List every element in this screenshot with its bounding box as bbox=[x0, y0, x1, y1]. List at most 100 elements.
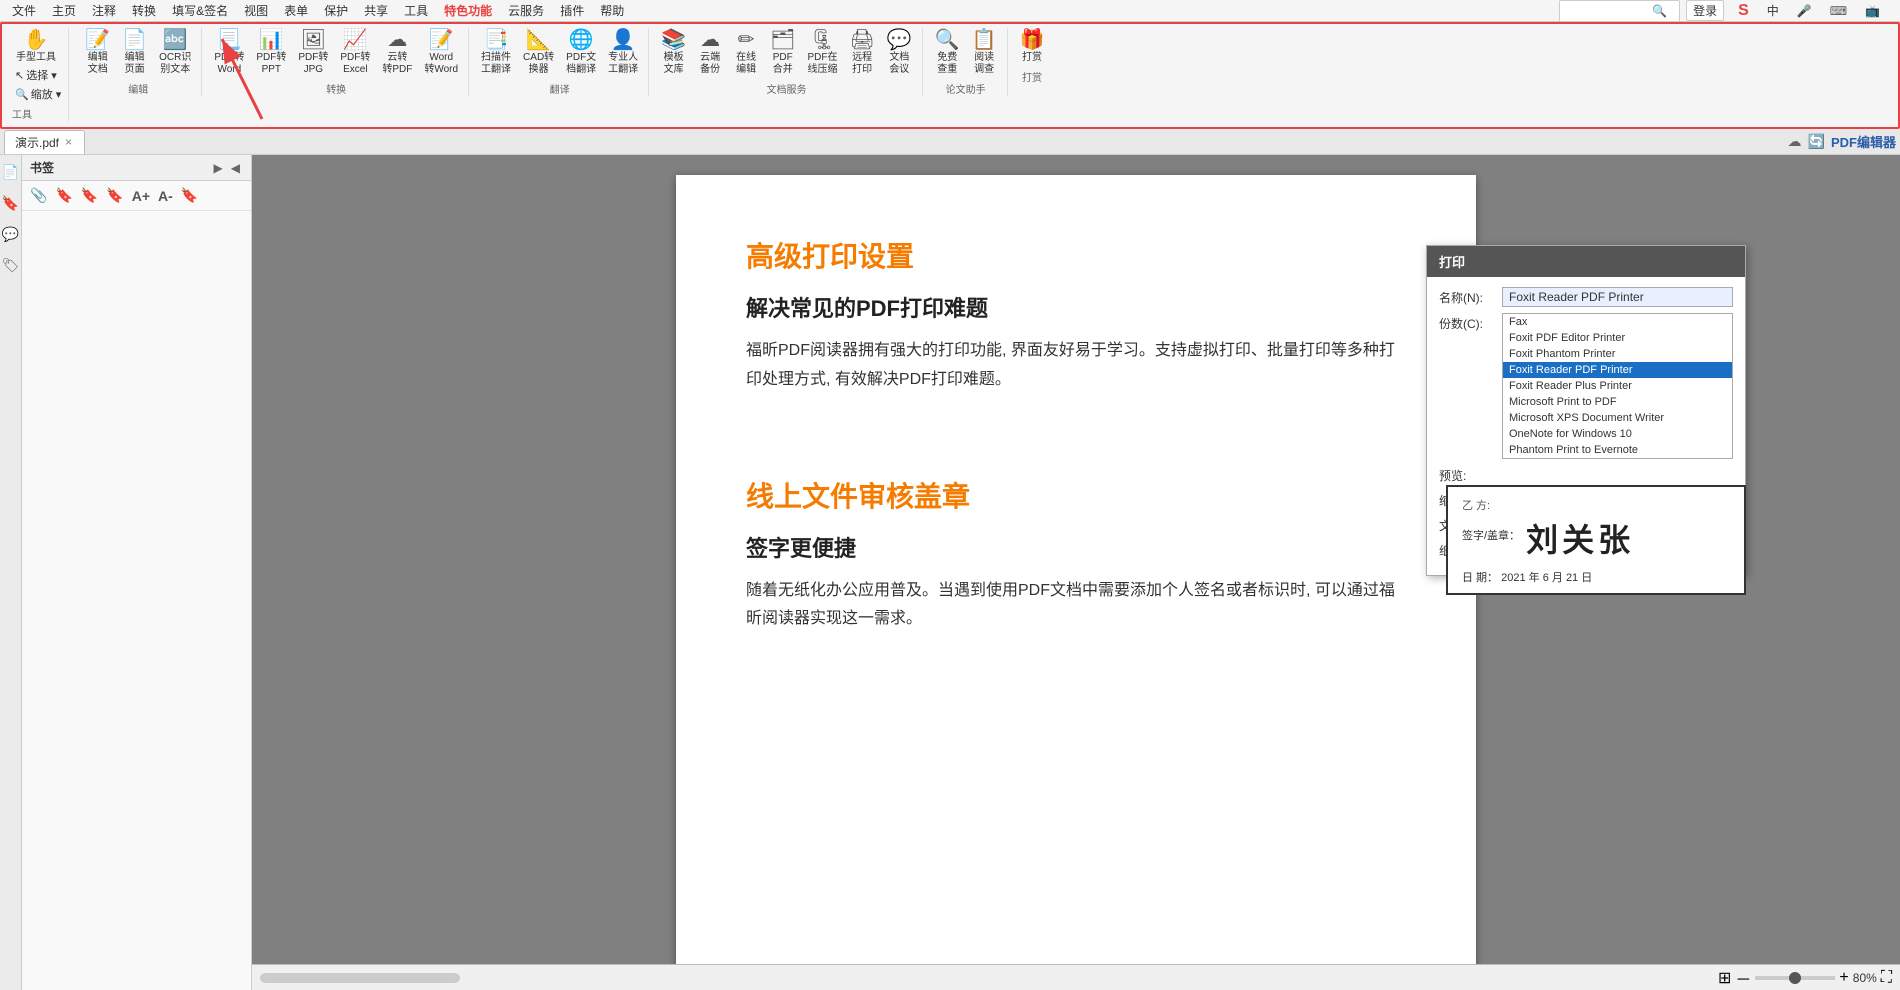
ribbon-group-convert: 📃 PDF转Word 📊 PDF转PPT 🖼 PDF转JPG 📈 PDF转Exc… bbox=[204, 28, 469, 96]
template-library-button[interactable]: 📚 模板文库 bbox=[657, 28, 690, 78]
font-increase-icon[interactable]: A+ bbox=[130, 186, 152, 206]
font-decrease-icon[interactable]: A- bbox=[156, 186, 175, 206]
pro-translate-button[interactable]: 👤 专业人工翻译 bbox=[604, 28, 642, 78]
search-input[interactable] bbox=[1564, 5, 1644, 17]
pdf-to-word-button[interactable]: 📃 PDF转Word bbox=[210, 28, 248, 78]
menu-tools[interactable]: 工具 bbox=[396, 0, 436, 21]
menu-help[interactable]: 帮助 bbox=[592, 0, 632, 21]
pdf-to-jpg-button[interactable]: 🖼 PDF转JPG bbox=[294, 28, 332, 78]
edit-page-button[interactable]: 📄 编辑页面 bbox=[118, 28, 151, 78]
sidebar-tag-icon[interactable]: 🏷 bbox=[0, 254, 22, 277]
zoom-minus-button[interactable]: － bbox=[1735, 966, 1751, 990]
sougou-icon-mic[interactable]: 🎤 bbox=[1789, 2, 1820, 20]
tool-group-label: 工具 bbox=[12, 106, 32, 121]
bookmark-icon4[interactable]: 🔖 bbox=[179, 185, 200, 206]
sougou-icon-keyboard[interactable]: ⌨ bbox=[1822, 2, 1855, 20]
sidebar-expand-button[interactable]: ▶ bbox=[211, 160, 226, 176]
edit-page-label: 编辑页面 bbox=[125, 52, 145, 76]
print-list-item-foxitpdf[interactable]: Foxit PDF Editor Printer bbox=[1503, 330, 1732, 346]
menu-special[interactable]: 特色功能 bbox=[436, 0, 500, 21]
doc-meeting-button[interactable]: 💬 文档会议 bbox=[883, 28, 916, 78]
doc-tab[interactable]: 演示.pdf × bbox=[4, 130, 85, 154]
menu-sign[interactable]: 填写&签名 bbox=[164, 0, 236, 21]
print-list[interactable]: Fax Foxit PDF Editor Printer Foxit Phant… bbox=[1502, 313, 1733, 459]
remote-print-button[interactable]: 🖨 远程打印 bbox=[845, 28, 878, 78]
sig-field-label: 签字/盖章： bbox=[1462, 527, 1520, 543]
page-container[interactable]: 高级打印设置 解决常见的PDF打印难题 福昕PDF阅读器拥有强大的打印功能, 界… bbox=[252, 155, 1900, 964]
scan-translate-button[interactable]: 📑 扫描件工翻译 bbox=[477, 28, 515, 78]
doc-meeting-icon: 💬 bbox=[887, 30, 912, 50]
bookmark-add-icon[interactable]: 📎 bbox=[28, 185, 49, 206]
cloud-convert-button[interactable]: ☁ 云转转PDF bbox=[378, 28, 416, 78]
print-list-item-readerplus[interactable]: Foxit Reader Plus Printer bbox=[1503, 378, 1732, 394]
ocr-label: OCR识别文本 bbox=[159, 52, 191, 76]
pdf-to-excel-button[interactable]: 📈 PDF转Excel bbox=[336, 28, 374, 78]
search-box[interactable]: 🔍 bbox=[1559, 0, 1680, 22]
select-tool-button[interactable]: ↖ 选择 ▾ bbox=[12, 66, 64, 84]
menu-home[interactable]: 主页 bbox=[44, 0, 84, 21]
online-edit-button[interactable]: ✏ 在线编辑 bbox=[730, 28, 762, 78]
zoom-tool-button[interactable]: 🔍 缩放 ▾ bbox=[12, 85, 64, 103]
sougou-icon-tv[interactable]: 📺 bbox=[1857, 2, 1888, 20]
zoom-plus-button[interactable]: + bbox=[1839, 969, 1848, 987]
sidebar-collapse-button[interactable]: ◀ bbox=[228, 160, 243, 176]
menu-convert[interactable]: 转换 bbox=[124, 0, 164, 21]
close-tab-button[interactable]: × bbox=[65, 135, 72, 149]
menu-share[interactable]: 共享 bbox=[356, 0, 396, 21]
bookmark-icon3[interactable]: 🔖 bbox=[104, 185, 125, 206]
ocr-button[interactable]: 🔤 OCR识别文本 bbox=[155, 28, 195, 78]
print-list-item-msxps[interactable]: Microsoft XPS Document Writer bbox=[1503, 410, 1732, 426]
sidebar-bookmark-icon[interactable]: 🔖 bbox=[0, 192, 22, 215]
pdf-merge-button[interactable]: 🗂 PDF合并 bbox=[766, 28, 799, 78]
sig-date-value: 2021 年 6 月 21 日 bbox=[1501, 572, 1592, 584]
menu-cloud[interactable]: 云服务 bbox=[500, 0, 552, 21]
reading-survey-button[interactable]: 📋 阅读调查 bbox=[968, 28, 1001, 78]
pdf-editor-button[interactable]: PDF编辑器 bbox=[1831, 132, 1896, 151]
cad-convert-button[interactable]: 📐 CAD转换器 bbox=[519, 28, 558, 78]
sougou-s-icon: S bbox=[1730, 0, 1757, 22]
word-to-word-button[interactable]: 📝 Word转Word bbox=[420, 28, 462, 78]
print-name-input[interactable]: Foxit Reader PDF Printer bbox=[1502, 287, 1733, 307]
pdf-translate-label: PDF文档翻译 bbox=[566, 52, 596, 76]
scrollbar-area[interactable] bbox=[260, 973, 460, 983]
pdf-translate-button[interactable]: 🌐 PDF文档翻译 bbox=[562, 28, 600, 78]
print-list-item-mspdf[interactable]: Microsoft Print to PDF bbox=[1503, 394, 1732, 410]
print-list-item-reader[interactable]: Foxit Reader PDF Printer bbox=[1503, 362, 1732, 378]
pdf-to-ppt-button[interactable]: 📊 PDF转PPT bbox=[252, 28, 290, 78]
edit-buttons: 📝 编辑文档 📄 编辑页面 🔤 OCR识别文本 bbox=[81, 28, 195, 78]
pdf-compress-button[interactable]: 🗜 PDF在线压缩 bbox=[803, 28, 841, 78]
print-list-item-phantom[interactable]: Foxit Phantom Printer bbox=[1503, 346, 1732, 362]
edit-doc-label: 编辑文档 bbox=[88, 52, 108, 76]
reward-button[interactable]: 🎁 打赏 bbox=[1016, 28, 1049, 66]
word-word-label: Word转Word bbox=[424, 52, 458, 76]
sync-tab-icon[interactable]: 🔄 bbox=[1808, 133, 1825, 150]
sougou-icon-zhong[interactable]: 中 bbox=[1759, 0, 1787, 21]
edit-group-label: 编辑 bbox=[128, 81, 148, 96]
menu-protect[interactable]: 保护 bbox=[316, 0, 356, 21]
menu-file[interactable]: 文件 bbox=[4, 0, 44, 21]
check-duplicate-button[interactable]: 🔍 免费查重 bbox=[931, 28, 964, 78]
zoom-slider[interactable] bbox=[1755, 976, 1835, 980]
sig-name: 刘关张 bbox=[1526, 515, 1634, 561]
menu-view[interactable]: 视图 bbox=[236, 0, 276, 21]
print-list-item-fax[interactable]: Fax bbox=[1503, 314, 1732, 330]
sig-name-row: 签字/盖章： 刘关张 bbox=[1462, 515, 1730, 561]
bookmark-icon2[interactable]: 🔖 bbox=[79, 185, 100, 206]
sidebar-page-icon[interactable]: 📄 bbox=[0, 161, 22, 184]
print-list-item-onenote[interactable]: OneNote for Windows 10 bbox=[1503, 426, 1732, 442]
sidebar-comment-icon[interactable]: 💬 bbox=[0, 223, 22, 246]
cloud-convert-icon: ☁ bbox=[387, 30, 407, 50]
section-spacer bbox=[746, 435, 1406, 475]
cloud-backup-button[interactable]: ☁ 云端备份 bbox=[694, 28, 726, 78]
menu-annotation[interactable]: 注释 bbox=[84, 0, 124, 21]
fullscreen-icon[interactable]: ⛶ bbox=[1881, 969, 1892, 987]
menu-form[interactable]: 表单 bbox=[276, 0, 316, 21]
bookmark-icon1[interactable]: 🔖 bbox=[53, 185, 74, 206]
hand-tool-button[interactable]: ✋ 手型工具 bbox=[12, 28, 60, 66]
menu-plugins[interactable]: 插件 bbox=[552, 0, 592, 21]
edit-doc-button[interactable]: 📝 编辑文档 bbox=[81, 28, 114, 78]
login-button[interactable]: 登录 bbox=[1686, 0, 1724, 21]
cloud-tab-icon[interactable]: ☁ bbox=[1788, 133, 1802, 150]
fit-page-icon[interactable]: ⊞ bbox=[1718, 968, 1731, 988]
print-list-item-phantom-ev[interactable]: Phantom Print to Evernote bbox=[1503, 442, 1732, 458]
